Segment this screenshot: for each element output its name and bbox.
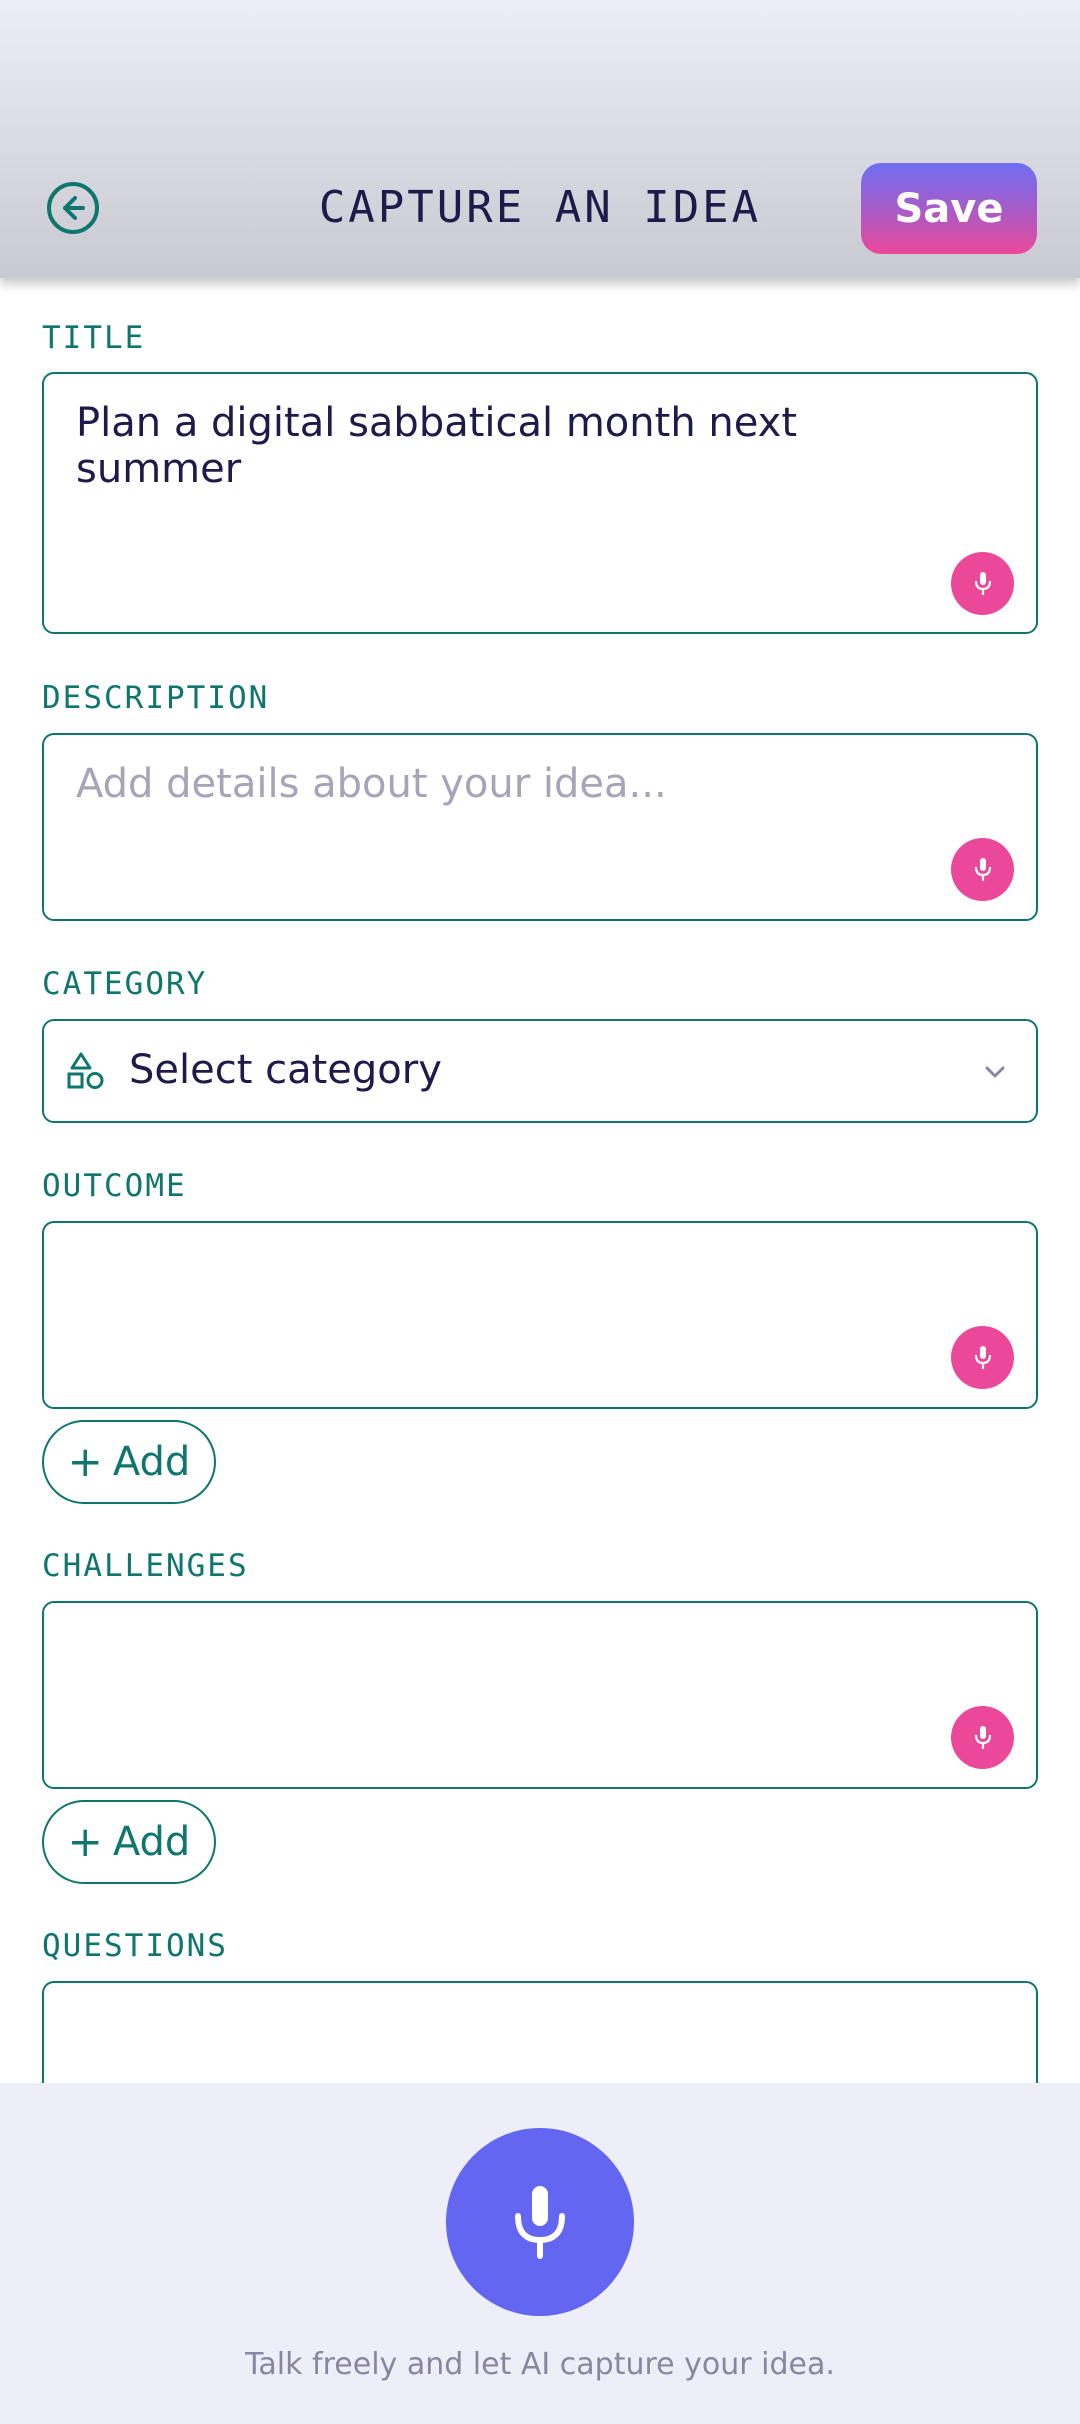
save-button[interactable]: Save <box>861 163 1037 254</box>
microphone-icon <box>974 1725 991 1749</box>
challenges-label: CHALLENGES <box>42 1548 249 1584</box>
microphone-icon <box>515 2186 565 2259</box>
category-selected-value: Select category <box>129 1047 442 1093</box>
voice-capture-panel: Talk freely and let AI capture your idea… <box>0 2083 1080 2424</box>
title-value: Plan a digital sabbatical month next sum… <box>76 400 797 492</box>
questions-label: QUESTIONS <box>42 1928 228 1964</box>
plus-icon: + <box>67 1817 103 1866</box>
add-outcome-button[interactable]: + Add <box>42 1420 216 1504</box>
add-outcome-label: Add <box>112 1439 191 1485</box>
microphone-icon <box>974 857 991 881</box>
description-placeholder: Add details about your idea... <box>76 761 667 807</box>
description-mic-button[interactable] <box>951 838 1014 901</box>
voice-hint-text: Talk freely and let AI capture your idea… <box>245 2347 835 2382</box>
description-label: DESCRIPTION <box>42 680 270 716</box>
plus-icon: + <box>67 1437 103 1486</box>
microphone-icon <box>974 571 991 595</box>
add-challenge-button[interactable]: + Add <box>42 1800 216 1884</box>
outcome-label: OUTCOME <box>42 1168 187 1204</box>
title-label: TITLE <box>42 320 146 356</box>
outcome-field[interactable] <box>42 1221 1038 1409</box>
app-header: CAPTURE AN IDEA Save <box>0 0 1080 278</box>
chevron-down-icon <box>985 1066 1005 1078</box>
microphone-icon <box>974 1345 991 1369</box>
description-field[interactable]: Add details about your idea... <box>42 733 1038 921</box>
challenges-mic-button[interactable] <box>951 1706 1014 1769</box>
title-field[interactable]: Plan a digital sabbatical month next sum… <box>42 372 1038 634</box>
title-mic-button[interactable] <box>951 552 1014 615</box>
outcome-mic-button[interactable] <box>951 1326 1014 1389</box>
add-challenge-label: Add <box>112 1819 191 1865</box>
shapes-icon <box>67 1052 104 1089</box>
voice-record-button[interactable] <box>446 2128 634 2316</box>
challenges-field[interactable] <box>42 1601 1038 1789</box>
category-select[interactable]: Select category <box>42 1019 1038 1123</box>
category-label: CATEGORY <box>42 966 208 1002</box>
